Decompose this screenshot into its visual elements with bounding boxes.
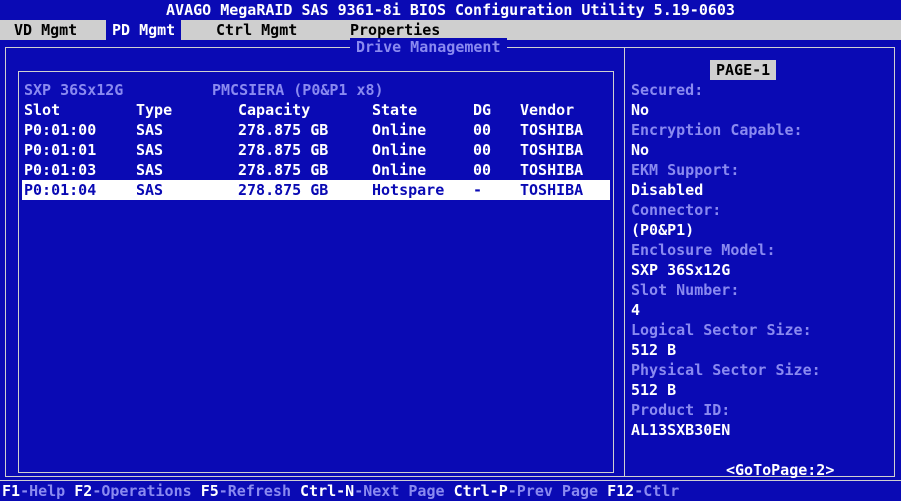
controller-name: PMCSIERA (P0&P1 x8): [212, 81, 384, 99]
hotkey-f2-desc: -Operations: [92, 482, 201, 500]
prop-label-product-id: Product ID:: [631, 401, 731, 419]
column-header-dg: DG: [473, 101, 492, 119]
prop-label-physical-sector: Physical Sector Size:: [631, 361, 821, 379]
prop-value-physical-sector: 512 B: [631, 381, 677, 399]
cell-vendor: TOSHIBA: [520, 141, 584, 159]
column-header-slot: Slot: [24, 101, 61, 119]
cell-capacity: 278.875 GB: [238, 121, 329, 139]
menu-vd-mgmt[interactable]: VD Mgmt: [8, 20, 83, 40]
cell-dg: 00: [473, 161, 492, 179]
prop-value-logical-sector: 512 B: [631, 341, 677, 359]
hotkey-f2[interactable]: F2: [74, 482, 92, 500]
cell-capacity: 278.875 GB: [238, 141, 329, 159]
cell-vendor: TOSHIBA: [520, 161, 584, 179]
menu-pd-mgmt[interactable]: PD Mgmt: [106, 20, 182, 40]
hotkey-f12-desc: -Ctlr: [634, 482, 680, 500]
menu-properties[interactable]: Properties: [344, 20, 446, 40]
cell-vendor: TOSHIBA: [520, 121, 584, 139]
cell-slot: P0:01:01: [24, 141, 97, 159]
cell-state: Online: [372, 161, 427, 179]
hotkey-f5[interactable]: F5: [201, 482, 219, 500]
menu-ctrl-mgmt[interactable]: Ctrl Mgmt: [210, 20, 303, 40]
cell-state: Online: [372, 141, 427, 159]
prop-label-logical-sector: Logical Sector Size:: [631, 321, 812, 339]
cell-slot: P0:01:04: [24, 181, 97, 199]
table-row-selected[interactable]: P0:01:04 SAS 278.875 GB Hotspare - TOSHI…: [22, 180, 610, 200]
hotkey-f1-desc: -Help: [20, 482, 75, 500]
cell-vendor: TOSHIBA: [520, 181, 584, 199]
cell-dg: -: [473, 181, 483, 199]
column-header-type: Type: [136, 101, 173, 119]
prop-value-encryption: No: [631, 141, 650, 159]
cell-capacity: 278.875 GB: [238, 181, 329, 199]
prop-label-enclosure-model: Enclosure Model:: [631, 241, 776, 259]
cell-type: SAS: [136, 161, 164, 179]
table-row[interactable]: P0:01:03 SAS 278.875 GB Online 00 TOSHIB…: [22, 160, 610, 180]
cell-capacity: 278.875 GB: [238, 161, 329, 179]
enclosure-name: SXP 36Sx12G: [24, 81, 124, 99]
column-header-capacity: Capacity: [238, 101, 311, 119]
table-row[interactable]: P0:01:01 SAS 278.875 GB Online 00 TOSHIB…: [22, 140, 610, 160]
hotkey-f1[interactable]: F1: [2, 482, 20, 500]
hotkey-ctrl-n-desc: -Next Page: [354, 482, 454, 500]
hotkey-ctrl-n[interactable]: Ctrl-N: [300, 482, 354, 500]
column-header-vendor: Vendor: [520, 101, 575, 119]
cell-type: SAS: [136, 121, 164, 139]
cell-dg: 00: [473, 121, 492, 139]
prop-label-connector: Connector:: [631, 201, 722, 219]
hotkey-f12[interactable]: F12: [607, 482, 634, 500]
cell-slot: P0:01:00: [24, 121, 97, 139]
prop-value-product-id: AL13SXB30EN: [631, 421, 731, 439]
cell-state: Online: [372, 121, 427, 139]
prop-value-secured: No: [631, 101, 650, 119]
table-row[interactable]: P0:01:00 SAS 278.875 GB Online 00 TOSHIB…: [22, 120, 610, 140]
cell-type: SAS: [136, 141, 164, 159]
hotkey-f5-desc: -Refresh: [218, 482, 301, 500]
goto-page-button[interactable]: <GoToPage:2>: [726, 460, 834, 480]
hotkey-ctrl-p-desc: -Prev Page: [507, 482, 608, 500]
prop-label-encryption: Encryption Capable:: [631, 121, 803, 139]
window-title: AVAGO MegaRAID SAS 9361-8i BIOS Configur…: [0, 0, 901, 20]
prop-value-slot-number: 4: [631, 301, 641, 319]
menu-bar: VD Mgmt PD Mgmt Ctrl Mgmt Properties: [0, 20, 901, 40]
cell-slot: P0:01:03: [24, 161, 97, 179]
prop-value-connector: (P0&P1): [631, 221, 695, 239]
page-indicator: PAGE-1: [710, 60, 777, 80]
status-bar: F1-Help F2-Operations F5-Refresh Ctrl-N-…: [0, 480, 901, 501]
prop-value-ekm: Disabled: [631, 181, 704, 199]
prop-label-secured: Secured:: [631, 81, 704, 99]
hotkey-ctrl-p[interactable]: Ctrl-P: [454, 482, 508, 500]
prop-label-ekm: EKM Support:: [631, 161, 740, 179]
cell-dg: 00: [473, 141, 492, 159]
prop-value-enclosure-model: SXP 36Sx12G: [631, 261, 731, 279]
panel-divider: [624, 48, 625, 476]
cell-type: SAS: [136, 181, 164, 199]
prop-label-slot-number: Slot Number:: [631, 281, 740, 299]
column-header-state: State: [372, 101, 418, 119]
frame-title: Drive Management: [350, 38, 507, 56]
cell-state: Hotspare: [372, 181, 445, 199]
